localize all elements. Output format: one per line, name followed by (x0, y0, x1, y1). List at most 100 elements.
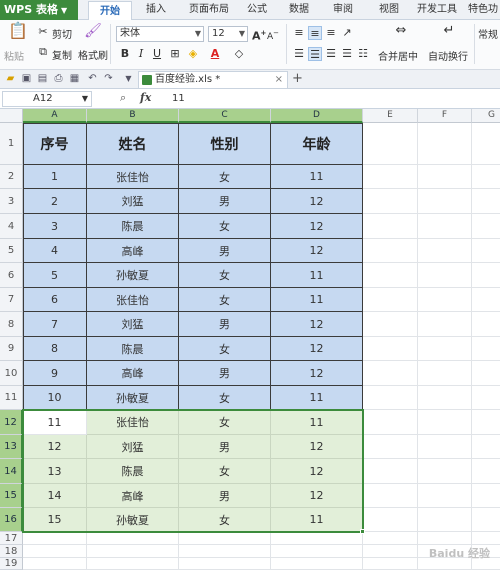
merge-center-button[interactable]: 合并居中 (378, 48, 418, 63)
align-bottom-icon[interactable]: ≡ (324, 26, 338, 40)
table-cell[interactable]: 8 (23, 337, 87, 361)
cell[interactable] (363, 508, 418, 532)
cell[interactable] (179, 558, 271, 570)
open-folder-icon[interactable]: ▰ (4, 72, 17, 86)
table-cell[interactable]: 12 (271, 337, 363, 361)
table-cell[interactable]: 12 (271, 214, 363, 239)
redo-icon[interactable]: ↷ (102, 72, 115, 86)
cell[interactable] (363, 337, 418, 361)
cell[interactable] (472, 361, 500, 386)
cell[interactable] (472, 508, 500, 532)
cell[interactable] (363, 263, 418, 288)
cell[interactable] (472, 189, 500, 214)
selected-cell[interactable]: 11 (271, 410, 363, 435)
cell[interactable] (472, 239, 500, 263)
cell[interactable] (472, 165, 500, 189)
row-header-1[interactable]: 1 (0, 123, 23, 165)
column-header-g[interactable]: G (472, 109, 500, 123)
cell[interactable] (271, 545, 363, 558)
table-cell[interactable]: 孙敏夏 (87, 386, 179, 410)
cell[interactable] (363, 288, 418, 312)
table-cell[interactable]: 女 (179, 214, 271, 239)
row-header-14[interactable]: 14 (0, 459, 23, 484)
table-cell[interactable]: 男 (179, 189, 271, 214)
cell[interactable] (418, 435, 472, 459)
table-cell[interactable]: 12 (271, 189, 363, 214)
cell[interactable] (418, 288, 472, 312)
selected-cell[interactable]: 15 (23, 508, 87, 532)
cell[interactable] (472, 288, 500, 312)
bold-button[interactable]: B (118, 47, 132, 61)
cell[interactable] (418, 484, 472, 508)
cell[interactable] (363, 189, 418, 214)
cell[interactable] (363, 532, 418, 545)
tab-view[interactable]: 视图 (374, 0, 404, 20)
column-header-c[interactable]: C (179, 109, 271, 123)
cell[interactable] (363, 545, 418, 558)
cell[interactable] (472, 214, 500, 239)
column-header-a[interactable]: A (23, 109, 87, 123)
orientation-icon[interactable]: ↗ (340, 26, 354, 40)
copy-button[interactable]: 复制 (52, 47, 72, 62)
cell[interactable] (418, 386, 472, 410)
grow-font-button[interactable]: A+ (252, 26, 266, 43)
auto-wrap-button[interactable]: 自动换行 (428, 48, 468, 63)
table-cell[interactable]: 孙敏夏 (87, 263, 179, 288)
justify-icon[interactable]: ☰ (340, 47, 354, 61)
cell[interactable] (418, 123, 472, 165)
selected-cell[interactable]: 女 (179, 459, 271, 484)
cell[interactable] (363, 361, 418, 386)
table-cell[interactable]: 12 (271, 239, 363, 263)
cell[interactable] (87, 558, 179, 570)
cell[interactable] (23, 532, 87, 545)
brush-icon[interactable]: 🖌 (84, 24, 102, 42)
fill-handle[interactable] (360, 529, 365, 534)
table-cell[interactable]: 11 (271, 165, 363, 189)
cell[interactable] (418, 337, 472, 361)
selected-cell[interactable]: 刘猛 (87, 435, 179, 459)
cell[interactable] (472, 123, 500, 165)
cell[interactable] (418, 508, 472, 532)
distribute-icon[interactable]: ☷ (356, 47, 370, 61)
app-menu-button[interactable]: WPS 表格 ▼ (0, 0, 78, 20)
spreadsheet-grid[interactable]: A B C D E F G 1 2 3 4 5 6 7 8 9 10 11 12 13 14 15 16 17 18 19 序号 姓名… (0, 109, 500, 570)
selected-cell[interactable]: 12 (23, 435, 87, 459)
cell[interactable] (179, 545, 271, 558)
fill-color-icon[interactable]: ◈ (186, 47, 200, 61)
copy-icon[interactable]: ⧉ (36, 45, 50, 59)
table-cell[interactable]: 9 (23, 361, 87, 386)
table-header-cell[interactable]: 序号 (23, 123, 87, 165)
align-right-icon[interactable]: ☰ (324, 47, 338, 61)
selected-cell[interactable]: 13 (23, 459, 87, 484)
new-tab-button[interactable]: + (292, 70, 303, 88)
table-cell[interactable]: 张佳怡 (87, 165, 179, 189)
cell[interactable] (418, 410, 472, 435)
row-header-18[interactable]: 18 (0, 545, 23, 558)
row-header-15[interactable]: 15 (0, 484, 23, 508)
selected-cell[interactable]: 女 (179, 410, 271, 435)
close-icon[interactable]: × (275, 72, 283, 88)
selected-cell[interactable]: 男 (179, 484, 271, 508)
row-header-2[interactable]: 2 (0, 165, 23, 189)
selected-cell[interactable]: 男 (179, 435, 271, 459)
print-preview-icon[interactable]: ▦ (68, 72, 81, 86)
tab-home[interactable]: 开始 (88, 1, 132, 21)
cell[interactable] (363, 165, 418, 189)
table-cell[interactable]: 张佳怡 (87, 288, 179, 312)
cell[interactable] (418, 361, 472, 386)
table-cell[interactable]: 女 (179, 386, 271, 410)
tab-developer[interactable]: 开发工具 (414, 0, 460, 20)
selected-cell[interactable]: 14 (23, 484, 87, 508)
zoom-icon[interactable]: ⌕ (120, 91, 126, 105)
cell[interactable] (363, 459, 418, 484)
cell[interactable] (472, 386, 500, 410)
row-header-4[interactable]: 4 (0, 214, 23, 239)
table-cell[interactable]: 刘猛 (87, 189, 179, 214)
table-cell[interactable]: 女 (179, 165, 271, 189)
cell[interactable] (418, 165, 472, 189)
active-cell[interactable]: 11 (23, 410, 87, 435)
table-cell[interactable]: 12 (271, 361, 363, 386)
align-middle-icon[interactable]: ≡ (308, 26, 322, 40)
selected-cell[interactable]: 孙敏夏 (87, 508, 179, 532)
row-header-3[interactable]: 3 (0, 189, 23, 214)
